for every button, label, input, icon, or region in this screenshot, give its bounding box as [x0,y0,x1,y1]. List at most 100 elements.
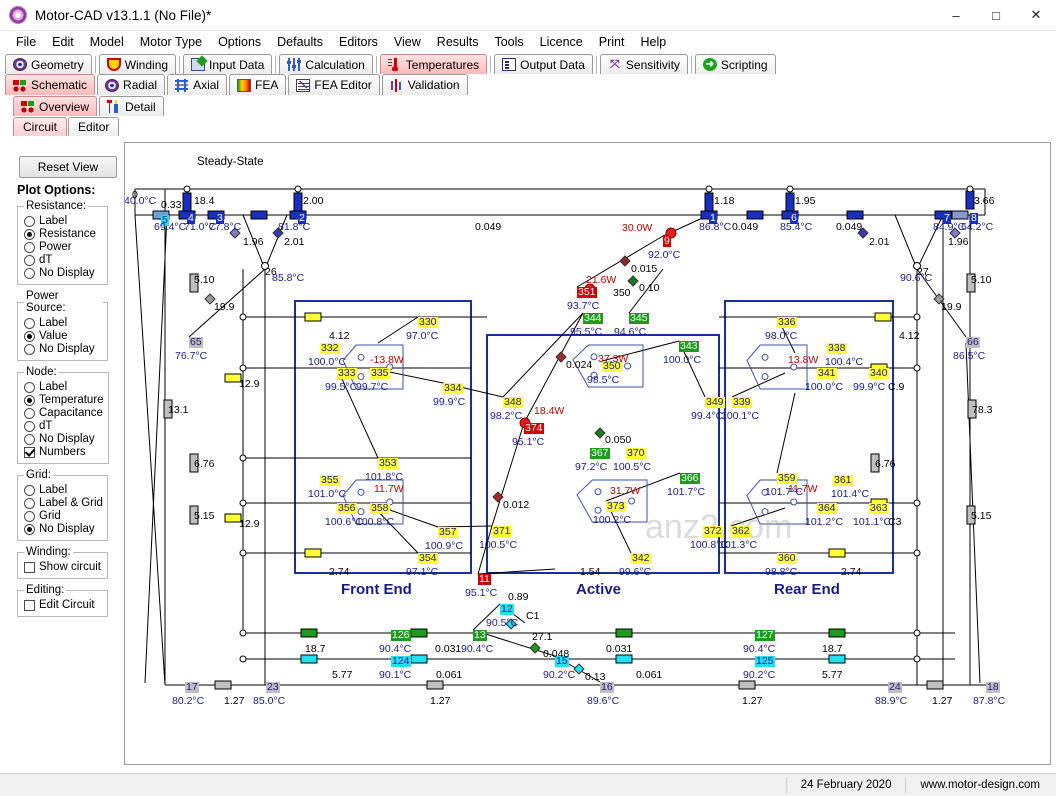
circuit-node-333[interactable]: 333 [337,368,357,379]
radio-button[interactable] [24,523,35,535]
menu-item-edit[interactable]: Edit [44,33,82,51]
circuit-node-24[interactable]: 24 [888,682,902,693]
circuit-tab-editor[interactable]: Editor [68,117,120,136]
radio-button[interactable] [24,433,35,445]
radio-button[interactable] [24,343,35,355]
circuit-node-371[interactable]: 371 [492,526,512,537]
tab-fea-editor[interactable]: FEA Editor [288,74,380,95]
circuit-node-66[interactable]: 66 [966,337,980,348]
circuit-node-125[interactable]: 125 [755,656,775,667]
option-grid[interactable]: Grid [24,510,103,522]
circuit-node-338[interactable]: 338 [827,343,847,354]
circuit-node-364[interactable]: 364 [817,503,837,514]
option-no-display[interactable]: No Display [24,343,103,355]
circuit-node-17[interactable]: 17 [185,682,199,693]
radio-button[interactable] [24,215,35,227]
circuit-node-127[interactable]: 127 [755,630,775,641]
circuit-node-357[interactable]: 357 [438,527,458,538]
radio-button[interactable] [24,484,35,496]
option-no-display[interactable]: No Display [24,433,104,445]
tab-winding[interactable]: Winding [98,54,177,74]
circuit-node-11[interactable]: 11 [478,574,491,585]
menu-item-help[interactable]: Help [632,33,674,51]
radio-button[interactable] [24,330,35,342]
tab-radial[interactable]: Radial [97,74,166,95]
circuit-node-360[interactable]: 360 [777,553,797,564]
radio-button[interactable] [24,317,35,329]
tab-calculation[interactable]: Calculation [279,54,373,74]
radio-button[interactable] [24,394,35,406]
radio-button[interactable] [24,420,35,432]
tab-geometry[interactable]: Geometry [5,54,92,74]
circuit-node-9[interactable]: 9 [663,236,671,247]
menu-item-motor-type[interactable]: Motor Type [132,33,210,51]
circuit-node-351[interactable]: 351 [577,287,597,298]
option-edit-circuit[interactable]: Edit Circuit [24,599,103,611]
circuit-node-344[interactable]: 344 [583,313,603,324]
circuit-node-355[interactable]: 355 [320,475,340,486]
menu-item-model[interactable]: Model [82,33,132,51]
tab-output-data[interactable]: Output Data [494,54,593,74]
option-temperature[interactable]: Temperature [24,394,104,406]
circuit-node-65[interactable]: 65 [189,337,203,348]
radio-button[interactable] [24,254,35,266]
tab-sensitivity[interactable]: ⤧ Sensitivity [599,54,688,74]
option-resistance[interactable]: Resistance [24,228,103,240]
tab-fea[interactable]: FEA [229,74,287,95]
circuit-tab-circuit[interactable]: Circuit [13,117,68,136]
radio-button[interactable] [24,381,35,393]
radio-button[interactable] [24,407,35,419]
minimize-button[interactable]: – [936,0,976,30]
menu-item-licence[interactable]: Licence [532,33,591,51]
menu-item-results[interactable]: Results [429,33,487,51]
tab-schematic[interactable]: Schematic [5,74,96,95]
tab-scripting[interactable]: ➜ Scripting [694,54,776,74]
checkbox[interactable] [24,561,35,573]
circuit-node-348[interactable]: 348 [503,397,523,408]
option-show-circuit[interactable]: Show circuit [24,561,103,573]
circuit-node-372[interactable]: 372 [703,526,723,537]
option-label-grid[interactable]: Label & Grid [24,497,103,509]
circuit-node-363[interactable]: 363 [869,503,889,514]
circuit-node-340[interactable]: 340 [869,368,889,379]
circuit-node-18[interactable]: 18 [986,682,1000,693]
circuit-node-124[interactable]: 124 [391,656,411,667]
circuit-node-362[interactable]: 362 [731,526,751,537]
circuit-node-341[interactable]: 341 [817,368,837,379]
tab-input-data[interactable]: Input Data [183,54,273,74]
close-button[interactable]: ✕ [1016,0,1056,30]
circuit-node-361[interactable]: 361 [833,475,853,486]
tab-validation[interactable]: Validation [381,74,468,95]
circuit-node-16[interactable]: 16 [600,682,614,693]
circuit-node-343[interactable]: 343 [679,341,699,352]
menu-item-tools[interactable]: Tools [486,33,531,51]
radio-button[interactable] [24,228,35,240]
tab-temperatures[interactable]: Temperatures [379,54,488,74]
option-value[interactable]: Value [24,330,103,342]
checkbox[interactable] [24,446,35,458]
option-label[interactable]: Label [24,317,103,329]
circuit-node-358[interactable]: 358 [370,503,390,514]
circuit-node-349[interactable]: 349 [705,397,725,408]
option-label[interactable]: Label [24,381,104,393]
menu-item-editors[interactable]: Editors [331,33,386,51]
circuit-node-23[interactable]: 23 [266,682,280,693]
reset-view-button[interactable]: Reset View [19,156,117,178]
radio-button[interactable] [24,510,35,522]
menu-item-view[interactable]: View [386,33,429,51]
circuit-node-336[interactable]: 336 [777,317,797,328]
circuit-node-334[interactable]: 334 [443,383,463,394]
circuit-node-353[interactable]: 353 [378,458,398,469]
radio-button[interactable] [24,267,35,279]
radio-button[interactable] [24,241,35,253]
radio-button[interactable] [24,497,35,509]
circuit-node-339[interactable]: 339 [732,397,752,408]
circuit-node-354[interactable]: 354 [418,553,438,564]
circuit-node-335[interactable]: 335 [370,368,390,379]
circuit-node-367[interactable]: 367 [590,448,610,459]
menu-item-defaults[interactable]: Defaults [269,33,331,51]
circuit-node-345[interactable]: 345 [629,313,649,324]
maximize-button[interactable]: □ [976,0,1016,30]
tab-axial[interactable]: Axial [167,74,228,95]
option-no-display[interactable]: No Display [24,523,103,535]
